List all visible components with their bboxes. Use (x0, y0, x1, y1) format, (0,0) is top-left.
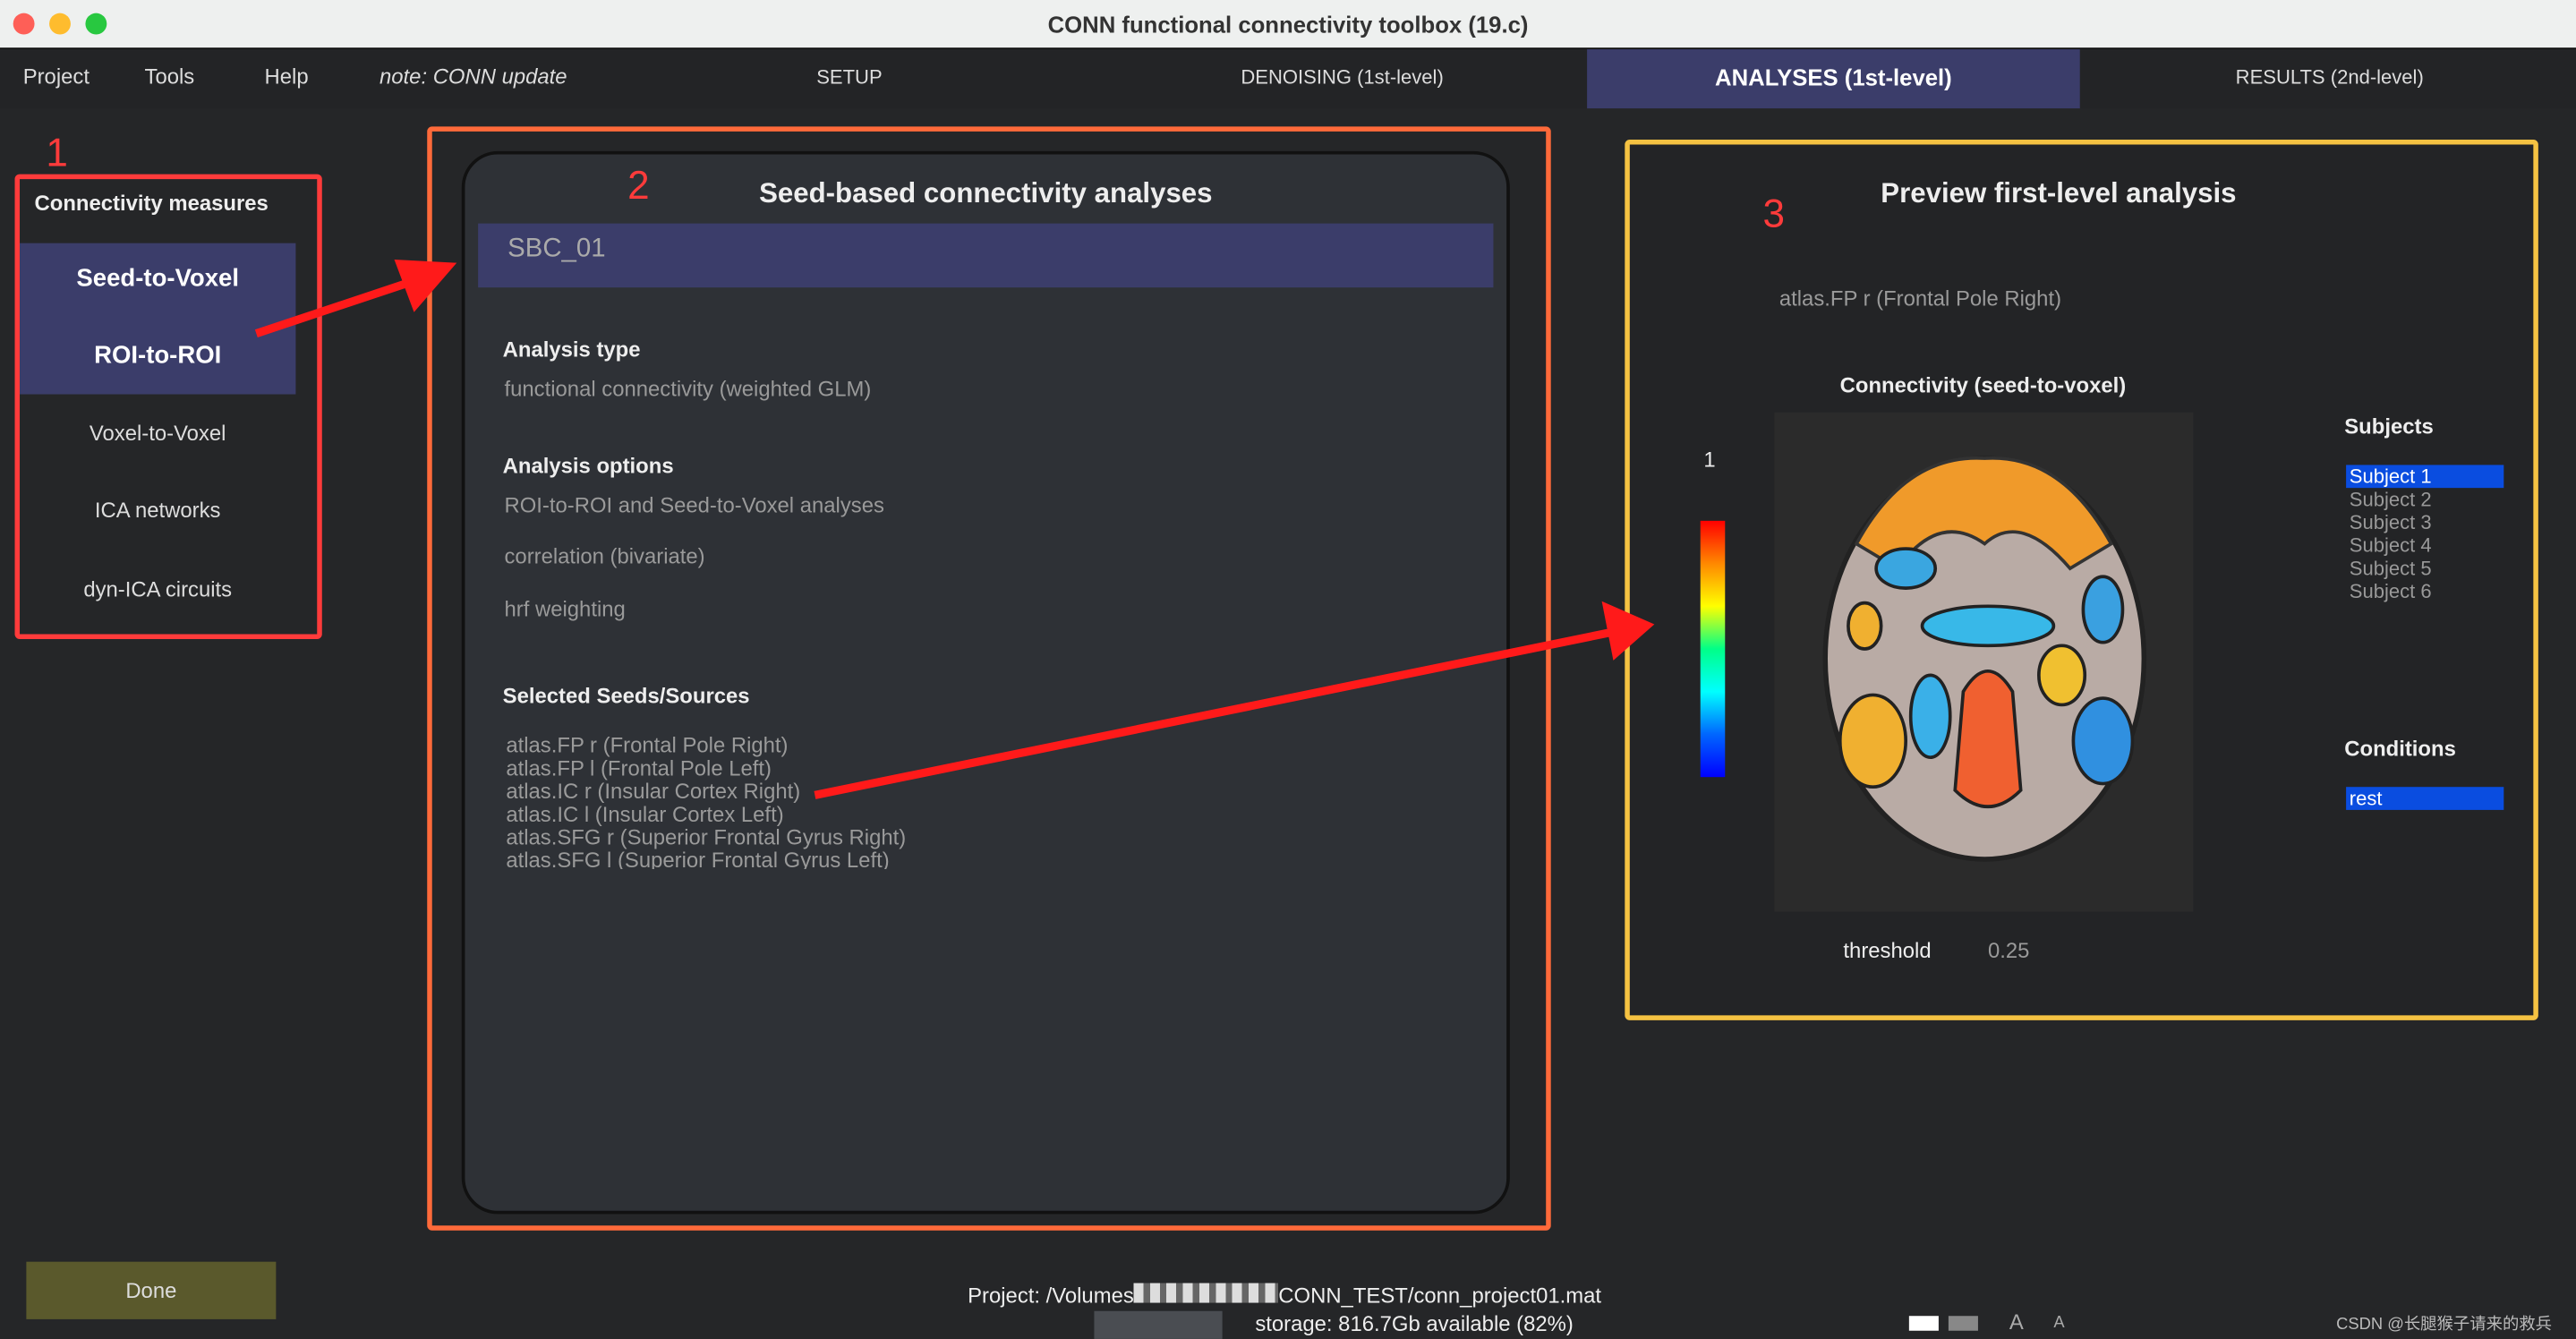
redacted-path (1133, 1283, 1279, 1303)
font-smaller-button[interactable]: A (2053, 1314, 2064, 1332)
annotation-arrows (254, 260, 1655, 799)
project-path-prefix: Project: /Volumes (968, 1283, 1134, 1309)
storage-info: storage: 816.7Gb available (82%) (1255, 1310, 1574, 1336)
theme-light-button[interactable] (1908, 1316, 1939, 1331)
watermark: CSDN @长腿猴子请来的救兵 (2336, 1316, 2553, 1335)
arrow-line-2 (814, 627, 1619, 799)
arrow-head-2 (1601, 601, 1655, 661)
font-larger-button[interactable]: A (2009, 1309, 2024, 1335)
theme-gray-button[interactable] (1948, 1316, 1978, 1331)
project-path-suffix: CONN_TEST/conn_project01.mat (1278, 1283, 1602, 1309)
arrow-line-1 (254, 275, 421, 337)
project-path: Project: /Volumes CONN_TEST/conn_project0… (968, 1283, 1602, 1309)
progress-bar (1094, 1310, 1223, 1339)
done-button[interactable]: Done (26, 1261, 277, 1319)
